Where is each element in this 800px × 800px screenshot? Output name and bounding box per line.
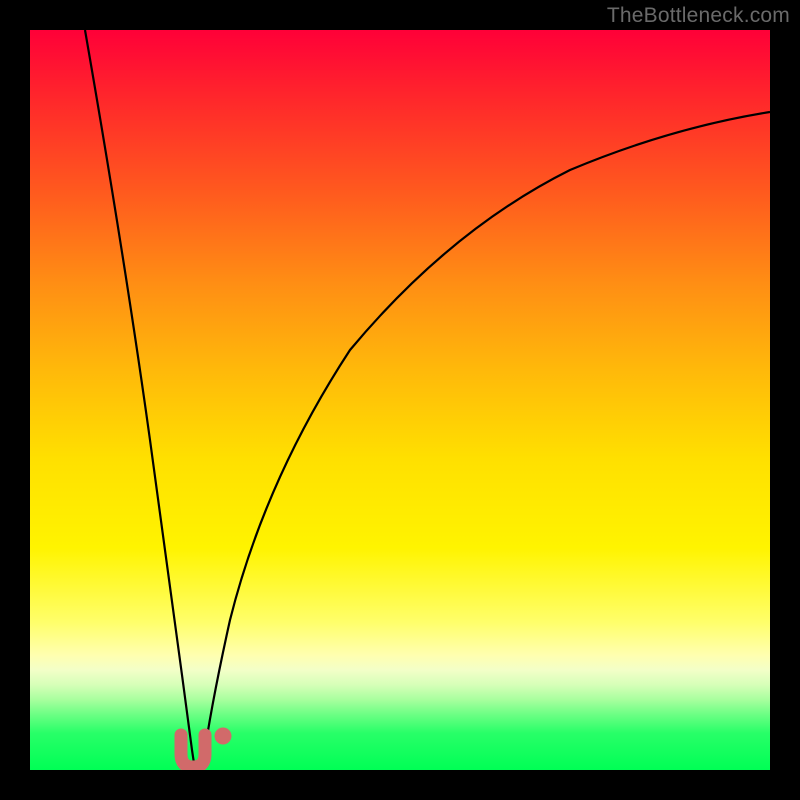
right-curve — [202, 112, 770, 770]
bottom-dot-marker — [215, 728, 232, 745]
plot-area — [30, 30, 770, 770]
left-curve — [85, 30, 195, 770]
curve-layer — [30, 30, 770, 770]
watermark-text: TheBottleneck.com — [607, 4, 790, 28]
outer-frame: TheBottleneck.com — [0, 0, 800, 800]
